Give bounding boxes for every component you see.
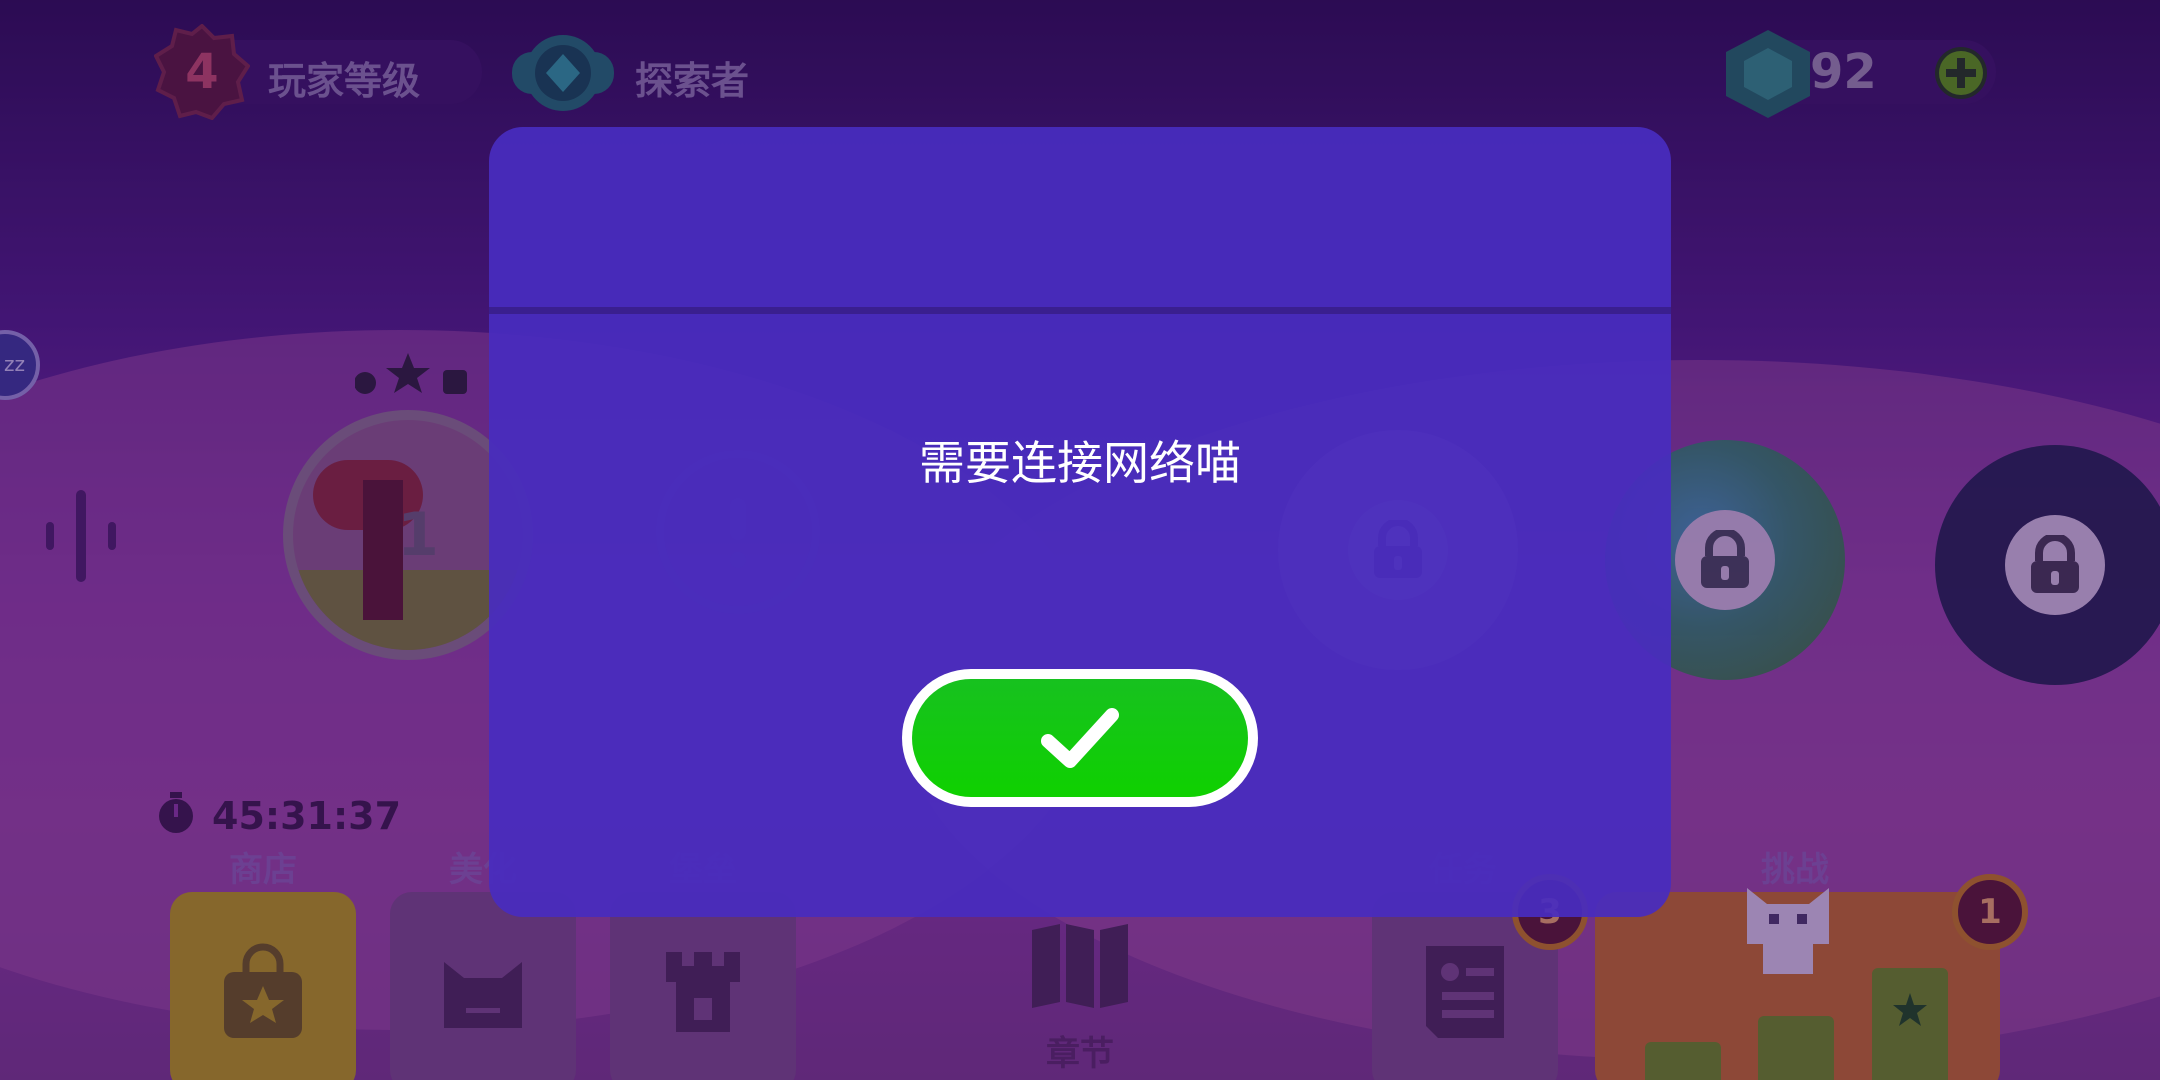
confirm-button[interactable] [902, 669, 1258, 807]
checkmark-icon [1041, 708, 1119, 768]
confirm-button-face[interactable] [912, 679, 1248, 797]
dialog-header [489, 127, 1671, 307]
dialog-divider [489, 307, 1671, 314]
dialog-message: 需要连接网络喵 [919, 436, 1241, 490]
network-required-dialog: 需要连接网络喵 [489, 127, 1671, 917]
